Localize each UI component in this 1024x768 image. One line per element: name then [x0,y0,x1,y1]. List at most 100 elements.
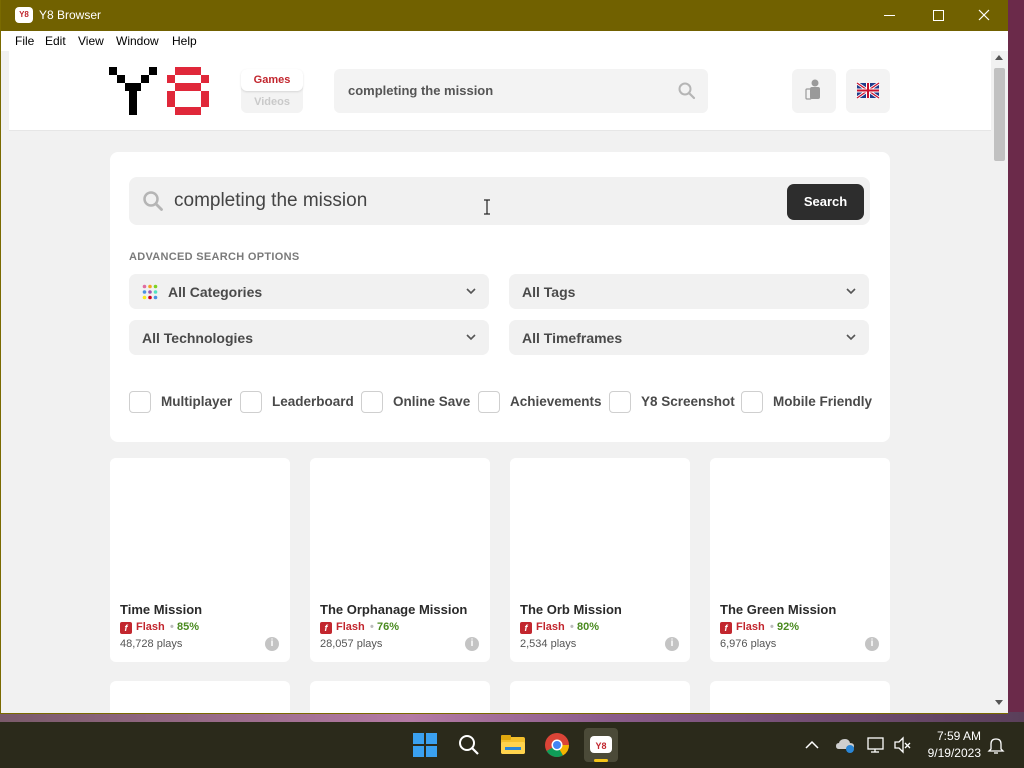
language-button[interactable] [846,69,890,113]
game-thumbnail[interactable] [310,458,490,598]
checkbox[interactable] [478,391,500,413]
games-videos-toggle: Games Videos [241,69,303,113]
game-rating: 92% [777,621,800,633]
menu-window[interactable]: Window [116,34,159,48]
flash-icon: f [320,622,332,634]
chevron-up-icon[interactable] [804,738,820,752]
filter-label: Leaderboard [272,394,354,409]
tags-select[interactable]: All Tags [509,274,869,309]
info-icon[interactable]: i [265,637,279,651]
game-plays: 2,534 plays [520,638,577,650]
account-button[interactable] [792,69,836,113]
nav-games-tab[interactable]: Games [241,69,303,91]
clock-date[interactable]: 9/19/2023 [918,746,981,760]
game-title[interactable]: The Green Mission [720,602,836,617]
categories-select[interactable]: All Categories [129,274,489,309]
clock-time[interactable]: 7:59 AM [918,729,981,743]
game-technology: Flash [336,621,365,633]
categories-select-value: All Categories [168,284,263,300]
checkbox[interactable] [240,391,262,413]
web-viewport: Games Videos completing the mission comp… [9,51,991,713]
start-icon[interactable] [408,728,442,762]
flash-icon: f [720,622,732,634]
minimize-button[interactable] [867,0,913,31]
chevron-down-icon [846,334,856,341]
separator-dot: • [570,621,574,633]
filter-checkboxes: Multiplayer Leaderboard Online Save Achi… [129,390,889,414]
search-icon[interactable] [677,81,697,101]
close-icon [978,9,990,21]
game-technology: Flash [736,621,765,633]
game-title[interactable]: The Orb Mission [520,602,622,617]
scroll-down-arrow-icon[interactable] [995,700,1003,705]
y8-browser-taskbar-button[interactable]: Y8 [584,728,618,762]
onedrive-icon[interactable] [835,736,855,754]
uk-flag-icon [856,81,880,100]
technologies-select-value: All Technologies [142,330,253,346]
search-panel: completing the mission Search ADVANCED S… [110,152,890,442]
separator-dot: • [170,621,174,633]
chevron-down-icon [466,288,476,295]
game-thumbnail[interactable] [510,458,690,598]
filter-label: Mobile Friendly [773,394,873,409]
header-search-input[interactable]: completing the mission [334,69,708,113]
game-card-partial[interactable] [310,681,490,713]
filter-label: Multiplayer [161,394,233,409]
notification-bell-icon[interactable] [987,735,1005,755]
game-card-partial[interactable] [510,681,690,713]
game-title[interactable]: Time Mission [120,602,202,617]
game-card-partial[interactable] [710,681,890,713]
y8-app-icon: Y8 [15,7,33,23]
menu-view[interactable]: View [78,34,104,48]
game-card[interactable]: The Orphanage Mission f Flash • 76% 28,0… [310,458,490,662]
scrollbar-thumb[interactable] [994,68,1005,161]
nav-videos-tab[interactable]: Videos [241,91,303,113]
search-icon [143,191,163,211]
menu-help[interactable]: Help [172,34,197,48]
tags-select-value: All Tags [522,284,576,300]
info-icon[interactable]: i [665,637,679,651]
window-title: Y8 Browser [39,8,102,22]
filter-label: Achievements [510,394,602,409]
y8-logo[interactable] [109,67,211,115]
search-button[interactable]: Search [787,184,864,220]
maximize-button[interactable] [915,0,961,31]
search-icon[interactable] [452,728,486,762]
game-plays: 28,057 plays [320,638,383,650]
chevron-down-icon [466,334,476,341]
scroll-up-arrow-icon[interactable] [995,55,1003,60]
menu-file[interactable]: File [15,34,34,48]
checkbox[interactable] [741,391,763,413]
menu-edit[interactable]: Edit [45,34,66,48]
technologies-select[interactable]: All Technologies [129,320,489,355]
game-card[interactable]: The Orb Mission f Flash • 80% 2,534 play… [510,458,690,662]
chevron-down-icon [846,288,856,295]
game-thumbnail[interactable] [710,458,890,598]
checkbox[interactable] [361,391,383,413]
user-icon [805,79,820,100]
close-button[interactable] [961,0,1007,31]
main-search-input[interactable]: completing the mission Search [129,177,870,225]
file-explorer-icon[interactable] [496,728,530,762]
game-card-partial[interactable] [110,681,290,713]
game-technology: Flash [536,621,565,633]
vertical-scrollbar[interactable] [991,51,1008,713]
info-icon[interactable]: i [465,637,479,651]
volume-muted-icon[interactable] [892,735,912,755]
timeframes-select[interactable]: All Timeframes [509,320,869,355]
info-icon[interactable]: i [865,637,879,651]
main-search-value: completing the mission [174,190,368,211]
game-rating: 80% [577,621,600,633]
svg-text:Y8: Y8 [595,741,606,751]
game-thumbnail[interactable] [110,458,290,598]
game-title[interactable]: The Orphanage Mission [320,602,467,617]
categories-grid-icon [142,284,158,300]
checkbox[interactable] [129,391,151,413]
checkbox[interactable] [609,391,631,413]
browser-window: Y8 Y8 Browser File Edit View Window Help [0,0,1008,714]
game-card[interactable]: The Green Mission f Flash • 92% 6,976 pl… [710,458,890,662]
text-cursor-icon [484,199,490,215]
game-card[interactable]: Time Mission f Flash • 85% 48,728 plays … [110,458,290,662]
chrome-icon[interactable] [540,728,574,762]
network-icon[interactable] [866,735,886,755]
